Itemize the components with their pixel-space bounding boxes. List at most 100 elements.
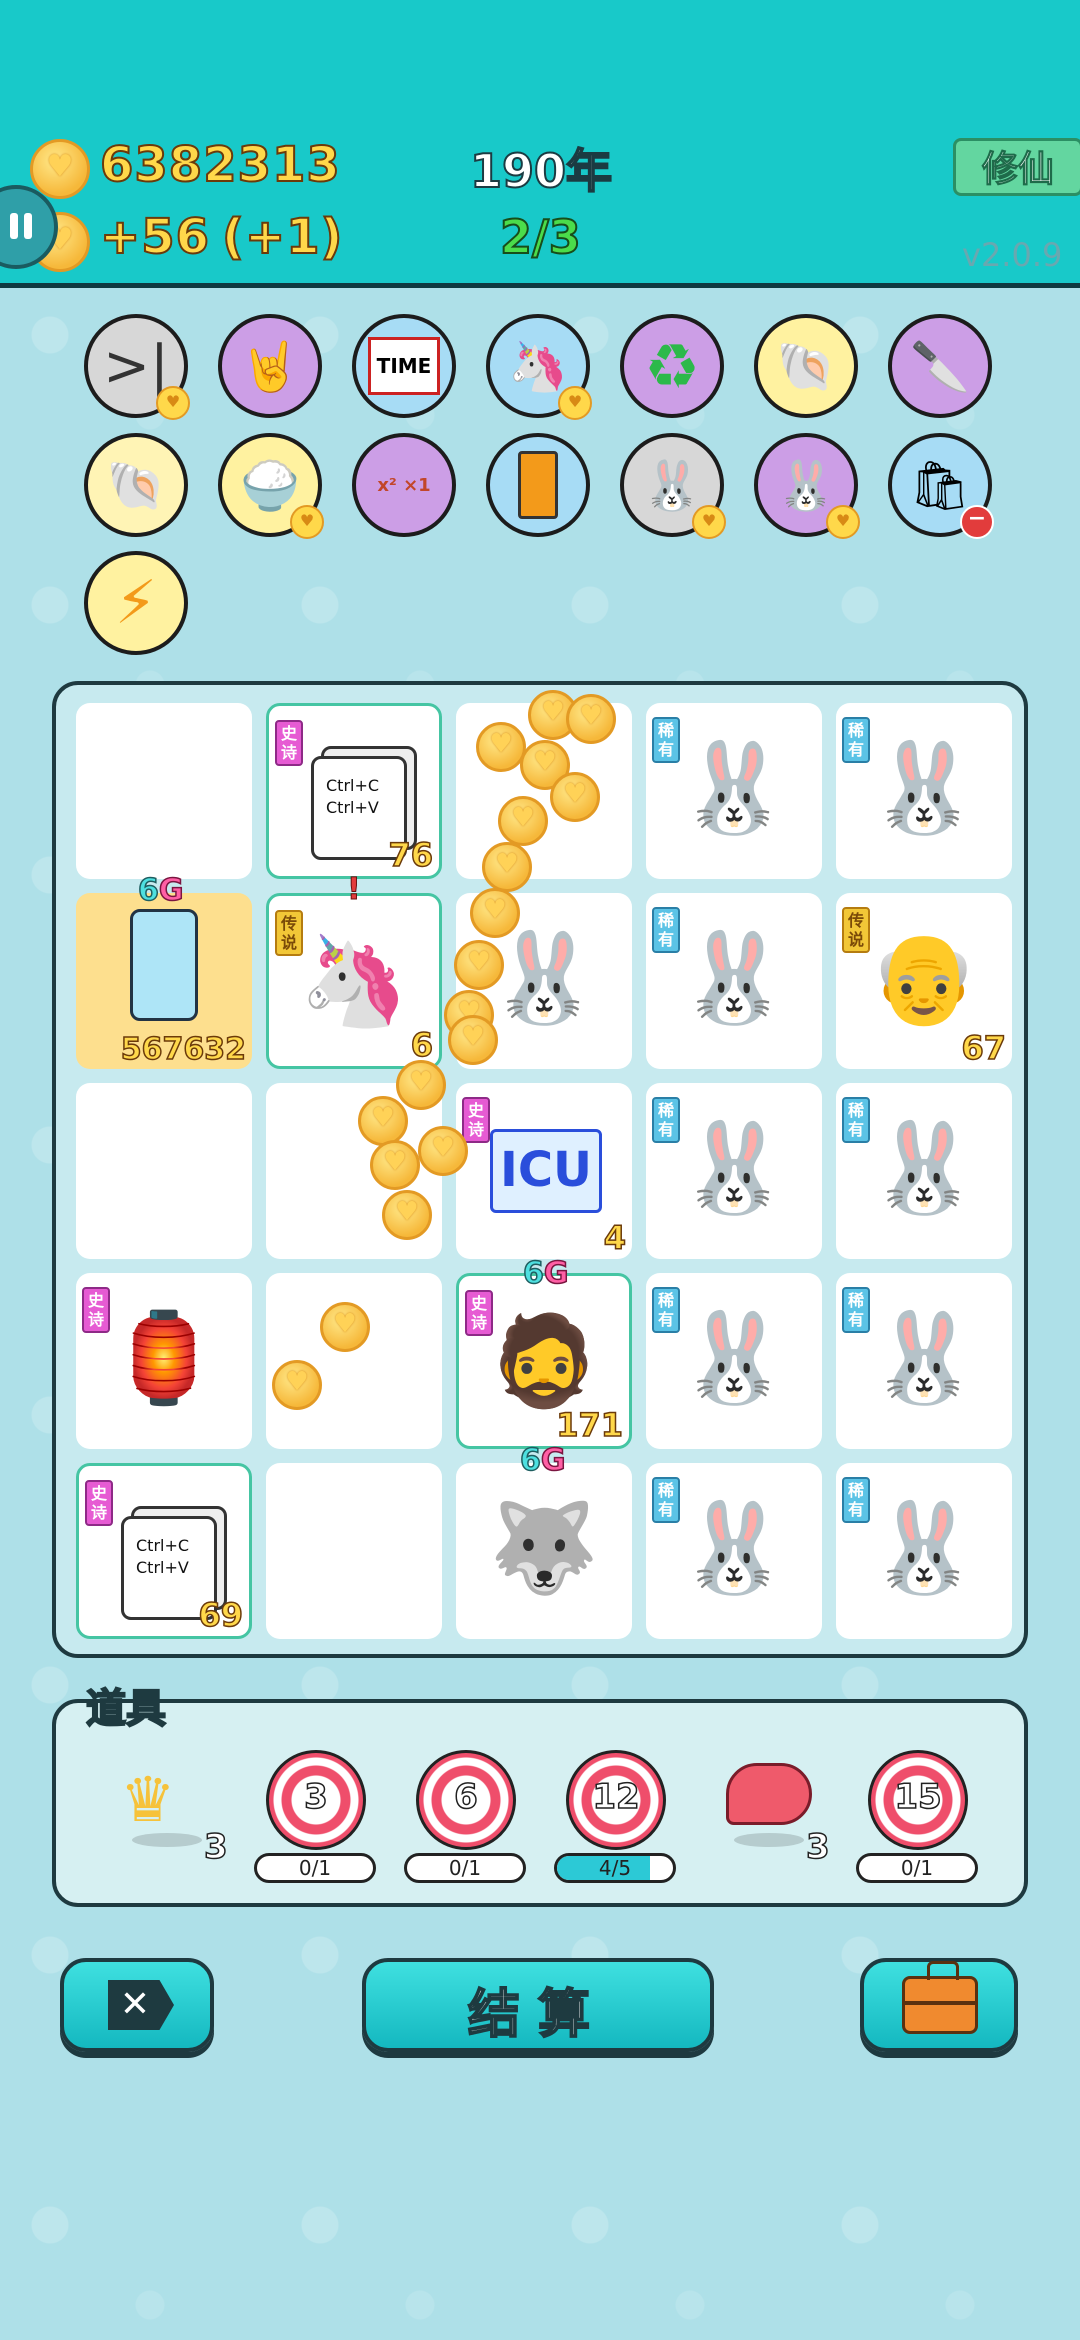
board-cell-old-man[interactable]: 传说 👴 67 (836, 893, 1012, 1069)
shell-icon[interactable]: 🐚 (84, 433, 188, 537)
board-cell-rabbit[interactable]: 稀有 🐰 (646, 703, 822, 879)
floating-coin-icon (358, 1096, 408, 1146)
item-count: 69 (198, 1595, 244, 1635)
twins-icon[interactable]: 🦄 ♥ (486, 314, 592, 420)
card-pack-icon[interactable] (486, 433, 590, 537)
floating-coin-icon (418, 1126, 468, 1176)
floating-coin-icon (448, 1015, 498, 1065)
target-progress: 0/1 (254, 1853, 376, 1883)
rabbit-item-icon[interactable]: 🐰 ♥ (754, 433, 860, 539)
target-icon[interactable]: 15 (868, 1750, 968, 1850)
remove-icon[interactable]: − (960, 505, 994, 539)
board-cell-fridge[interactable]: 6G 567632 (76, 872, 252, 1069)
board-cell-empty[interactable] (266, 1463, 442, 1639)
target-icon[interactable]: 3 (266, 1750, 366, 1850)
board-cell-rabbit[interactable]: 稀有 🐰 (836, 1273, 1012, 1449)
floating-coin-icon (482, 842, 532, 892)
cultivate-button[interactable]: 修仙 (953, 138, 1080, 196)
rabbit-icon: 🐰 (679, 1496, 789, 1599)
grandpa-icon: 🧔 (489, 1309, 599, 1412)
exit-button[interactable]: ✕ (60, 1958, 214, 2052)
rabbit-icon: 🐰 (869, 1306, 979, 1409)
floating-coin-icon (454, 940, 504, 990)
target-progress: 4/5 (554, 1853, 676, 1883)
version-label: v2.0.9 (962, 236, 1063, 274)
rabbit-icon: 🐰 (679, 736, 789, 839)
board-cell-empty[interactable] (76, 703, 252, 879)
rabbit-item-icon[interactable]: 🐰 ♥ (620, 433, 726, 539)
unicorn-icon: 🦄 (299, 929, 409, 1032)
floating-coin-icon (550, 772, 600, 822)
board-cell-grandpa[interactable]: 史诗 6G 🧔 171 (456, 1255, 632, 1449)
board-cell-rabbit[interactable]: 稀有 🐰 (646, 1273, 822, 1449)
floating-coin-icon (470, 888, 520, 938)
liver-icon[interactable] (726, 1763, 812, 1825)
board-cell-empty[interactable] (76, 1083, 252, 1259)
props-title: 道具 (85, 1685, 167, 1733)
garbage-bag-icon[interactable]: 🛍 − (888, 433, 994, 539)
crown-count: 3 (203, 1826, 228, 1868)
coin-total: 6382313 (99, 136, 341, 194)
board-cell-rabbit[interactable]: 稀有 🐰 (646, 1083, 822, 1259)
rabbit-house-icon: 🏮 (109, 1306, 219, 1409)
coin-tag-icon: ♥ (692, 505, 726, 539)
rabbit-icon: 🐰 (679, 926, 789, 1029)
math-formula-icon[interactable]: x² ×1 (352, 433, 456, 537)
rarity-badge: 史诗 (462, 1097, 490, 1143)
rabbit-icon: 🐰 (679, 1116, 789, 1219)
rock-hand-icon[interactable]: 🤘 (218, 314, 322, 418)
rabbit-icon: 🐰 (869, 736, 979, 839)
board-cell-unicorn[interactable]: 传说 ! 🦄 6 (266, 872, 442, 1069)
board-cell-icu[interactable]: 史诗 ICU 4 (456, 1083, 632, 1259)
item-count: 6 (410, 1025, 434, 1065)
board-cell-rabbit[interactable]: 稀有 🐰 (836, 703, 1012, 879)
board-cell-husky[interactable]: 6G 🐺 (456, 1442, 632, 1639)
generation-badge: 6G (522, 1255, 569, 1292)
target-progress: 0/1 (404, 1853, 526, 1883)
icu-icon: ICU (490, 1129, 602, 1213)
board-cell-rabbit-house[interactable]: 史诗 🏮 (76, 1273, 252, 1449)
liver-count: 3 (805, 1826, 830, 1868)
item-count: 67 (961, 1028, 1007, 1068)
skip-icon[interactable]: >| ♥ (84, 314, 190, 420)
target-icon[interactable]: 12 (566, 1750, 666, 1850)
props-panel: ♛ 3 3 0/1 6 0/1 12 4/5 3 15 0/1 (52, 1699, 1028, 1907)
target-icon[interactable]: 6 (416, 1750, 516, 1850)
item-count: 76 (388, 835, 434, 875)
briefcase-icon (902, 1961, 978, 2034)
year-counter: 190年 (469, 143, 613, 199)
lightning-icon[interactable]: ⚡ (84, 551, 188, 655)
cleaver-icon[interactable]: 🔪 (888, 314, 992, 418)
recycle-icon[interactable]: ♻ (620, 314, 724, 418)
floating-coin-icon (382, 1190, 432, 1240)
husky-king-icon: 🐺 (489, 1496, 599, 1599)
fridge-icon (76, 909, 252, 1046)
rice-bowl-icon[interactable]: 🍚 ♥ (218, 433, 324, 539)
coin-tag-icon: ♥ (826, 505, 860, 539)
board-cell-copy-paste[interactable]: 史诗 Ctrl+C Ctrl+V 76 (266, 703, 442, 879)
floating-coin-icon (272, 1360, 322, 1410)
rabbit-icon: 🐰 (869, 1496, 979, 1599)
settle-button[interactable]: 结算 (362, 1958, 714, 2052)
board-cell-rabbit[interactable]: 稀有 🐰 (646, 893, 822, 1069)
shell-icon[interactable]: 🐚 (754, 314, 858, 418)
time-magazine-icon[interactable]: TIME (352, 314, 456, 418)
inventory-button[interactable] (860, 1958, 1018, 2052)
board-cell-rabbit[interactable]: 稀有 🐰 (646, 1463, 822, 1639)
coin-tag-icon: ♥ (558, 386, 592, 420)
coin-income-bonus: (+1) (221, 208, 344, 266)
floating-coin-icon (320, 1302, 370, 1352)
coin-income: +56 (99, 208, 211, 266)
board-cell-copy-paste[interactable]: 史诗 Ctrl+C Ctrl+V 69 (76, 1463, 252, 1639)
crown-icon[interactable]: ♛ (120, 1763, 176, 1836)
close-icon: ✕ (108, 1980, 174, 2030)
rabbit-icon: 🐰 (679, 1306, 789, 1409)
top-bar: 6382313 +56 (+1) 190年 2/3 修仙 v2.0.9 (0, 0, 1080, 288)
coin-tag-icon: ♥ (290, 505, 324, 539)
item-count: 4 (603, 1218, 627, 1258)
floating-coin-icon (566, 694, 616, 744)
rabbit-icon: 🐰 (869, 1116, 979, 1219)
coin-icon (30, 139, 90, 199)
board-cell-rabbit[interactable]: 稀有 🐰 (836, 1083, 1012, 1259)
board-cell-rabbit[interactable]: 稀有 🐰 (836, 1463, 1012, 1639)
